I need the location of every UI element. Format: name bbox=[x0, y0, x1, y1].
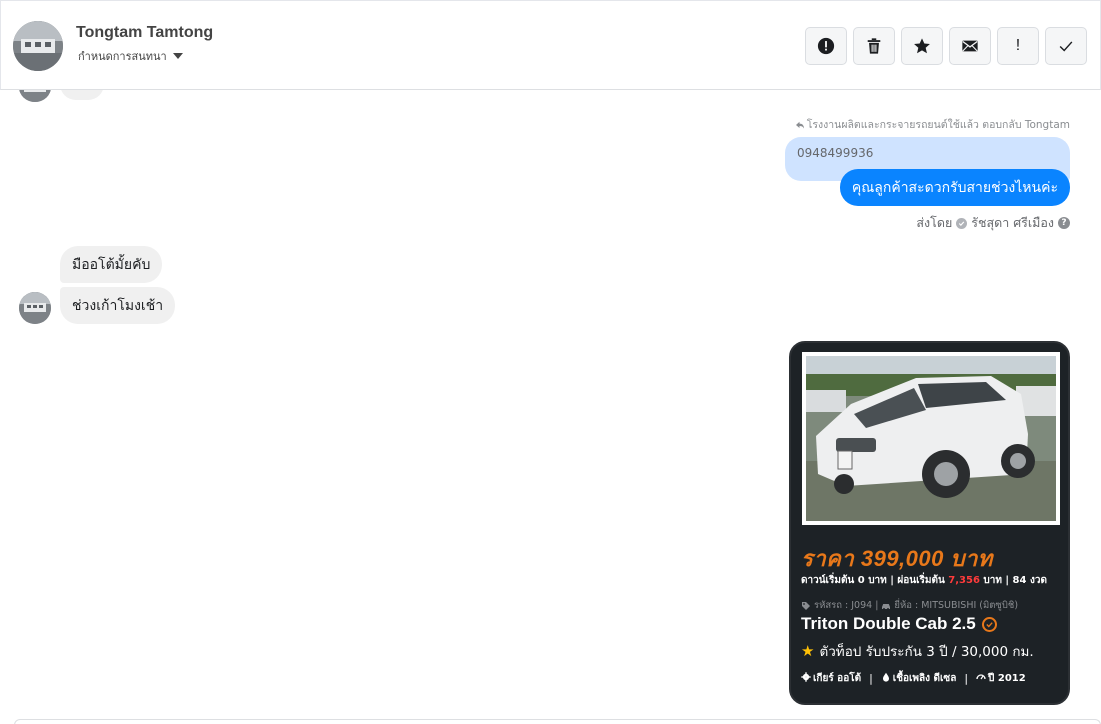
contact-name[interactable]: Tongtam Tamtong bbox=[76, 24, 213, 42]
sender-name[interactable]: รัชสุดา ศรีเมือง bbox=[971, 213, 1054, 233]
envelope-icon bbox=[962, 40, 978, 52]
message-bubble-incoming[interactable]: มืออโต้มั้ยคับ bbox=[60, 246, 163, 283]
gear-text: เกียร์ ออโต้ bbox=[813, 673, 862, 684]
pickup-truck-image bbox=[806, 356, 1056, 521]
avatar-photo-icon bbox=[19, 90, 51, 102]
assign-label: กำหนดการสนทนา bbox=[78, 50, 167, 63]
avatar-photo-icon bbox=[19, 292, 51, 324]
alert-circle-icon bbox=[817, 37, 835, 55]
verified-check-icon bbox=[981, 616, 997, 632]
avatar-photo-icon bbox=[13, 21, 63, 71]
report-spam-button[interactable] bbox=[805, 27, 847, 65]
car-feature-line: ★ ตัวท็อป รับประกัน 3 ปี / 30,000 กม. bbox=[801, 640, 1034, 662]
contact-avatar[interactable] bbox=[13, 21, 63, 71]
exclamation-icon: ! bbox=[1015, 37, 1021, 54]
contact-avatar-small[interactable] bbox=[19, 292, 51, 324]
tag-icon bbox=[802, 601, 810, 610]
assign-conversation-dropdown[interactable]: กำหนดการสนทนา bbox=[78, 47, 183, 65]
follow-up-button[interactable]: ! bbox=[997, 27, 1039, 65]
fuel-drop-icon bbox=[882, 672, 889, 682]
fuel-text: เชื้อเพลิง ดีเซล bbox=[892, 673, 957, 684]
conversation-header: Tongtam Tamtong กำหนดการสนทนา ! bbox=[0, 0, 1101, 90]
installment-suffix: บาท | 84 งวด bbox=[983, 575, 1047, 586]
reply-context: โรงงานผลิตและกระจายรถยนต์ใช้แล้ว ตอบกลับ… bbox=[795, 116, 1070, 133]
car-brand: ยี่ห้อ : MITSUBISHI (มิตซูบิชิ) bbox=[894, 600, 1019, 611]
contact-avatar-small bbox=[19, 90, 51, 102]
car-code: รหัสรถ : J094 | bbox=[814, 600, 879, 611]
star-icon: ★ bbox=[801, 642, 815, 660]
spec-divider: | bbox=[869, 672, 873, 685]
verified-check-icon bbox=[956, 217, 968, 229]
reply-context-text: โรงงานผลิตและกระจายรถยนต์ใช้แล้ว ตอบกลับ… bbox=[806, 119, 1070, 131]
speedometer-icon bbox=[976, 674, 986, 680]
mark-done-button[interactable] bbox=[1045, 27, 1087, 65]
car-model-name: Triton Double Cab 2.5 bbox=[801, 614, 976, 633]
star-button[interactable] bbox=[901, 27, 943, 65]
message-composer[interactable] bbox=[14, 719, 1101, 724]
help-icon[interactable]: ? bbox=[1058, 217, 1070, 229]
message-bubble-incoming[interactable]: ช่วงเก้าโมงเช้า bbox=[60, 287, 176, 324]
message-bubble-incoming bbox=[60, 90, 104, 100]
reply-arrow-icon bbox=[795, 121, 804, 128]
sent-by-label: ส่งโดย bbox=[916, 215, 953, 230]
car-specs: เกียร์ ออโต้ | เชื้อเพลิง ดีเซล | ปี 201… bbox=[801, 671, 1026, 686]
year-text: ปี 2012 bbox=[988, 673, 1026, 684]
chevron-down-icon bbox=[172, 53, 183, 59]
trash-icon bbox=[867, 38, 881, 54]
message-bubble-outgoing[interactable]: คุณลูกค้าสะดวกรับสายช่วงไหนค่ะ bbox=[839, 169, 1070, 206]
mark-unread-button[interactable] bbox=[949, 27, 991, 65]
message-thread[interactable]: โรงงานผลิตและกระจายรถยนต์ใช้แล้ว ตอบกลับ… bbox=[0, 90, 1101, 720]
installment-prefix: ดาวน์เริ่มต้น 0 บาท | ผ่อนเริ่มต้น bbox=[801, 575, 945, 586]
car-price: ราคา 399,000 บาท bbox=[801, 546, 993, 571]
car-feature-text: ตัวท็อป รับประกัน 3 ปี / 30,000 กม. bbox=[819, 644, 1034, 660]
installment-amount: 7,356 bbox=[948, 575, 980, 586]
conversation-toolbar: ! bbox=[805, 27, 1087, 65]
checkmark-icon bbox=[1059, 41, 1073, 52]
car-icon bbox=[882, 603, 891, 610]
fuel-spec: เชื้อเพลิง ดีเซล bbox=[881, 671, 957, 686]
spec-divider: | bbox=[964, 672, 969, 685]
car-model: Triton Double Cab 2.5 bbox=[801, 614, 997, 634]
sent-by-info: ส่งโดย รัชสุดา ศรีเมือง ? bbox=[916, 213, 1070, 233]
gear-spec: เกียร์ ออโต้ bbox=[801, 671, 861, 686]
gear-icon bbox=[801, 672, 811, 682]
car-code-brand: รหัสรถ : J094 | ยี่ห้อ : MITSUBISHI (มิต… bbox=[801, 598, 1018, 613]
star-icon bbox=[914, 38, 930, 54]
installment-info: ดาวน์เริ่มต้น 0 บาท | ผ่อนเริ่มต้น 7,356… bbox=[801, 573, 1047, 588]
car-photo[interactable] bbox=[802, 352, 1060, 525]
car-listing-card[interactable]: ราคา 399,000 บาท ดาวน์เริ่มต้น 0 บาท | ผ… bbox=[789, 341, 1070, 705]
delete-button[interactable] bbox=[853, 27, 895, 65]
year-spec: ปี 2012 bbox=[976, 671, 1026, 686]
